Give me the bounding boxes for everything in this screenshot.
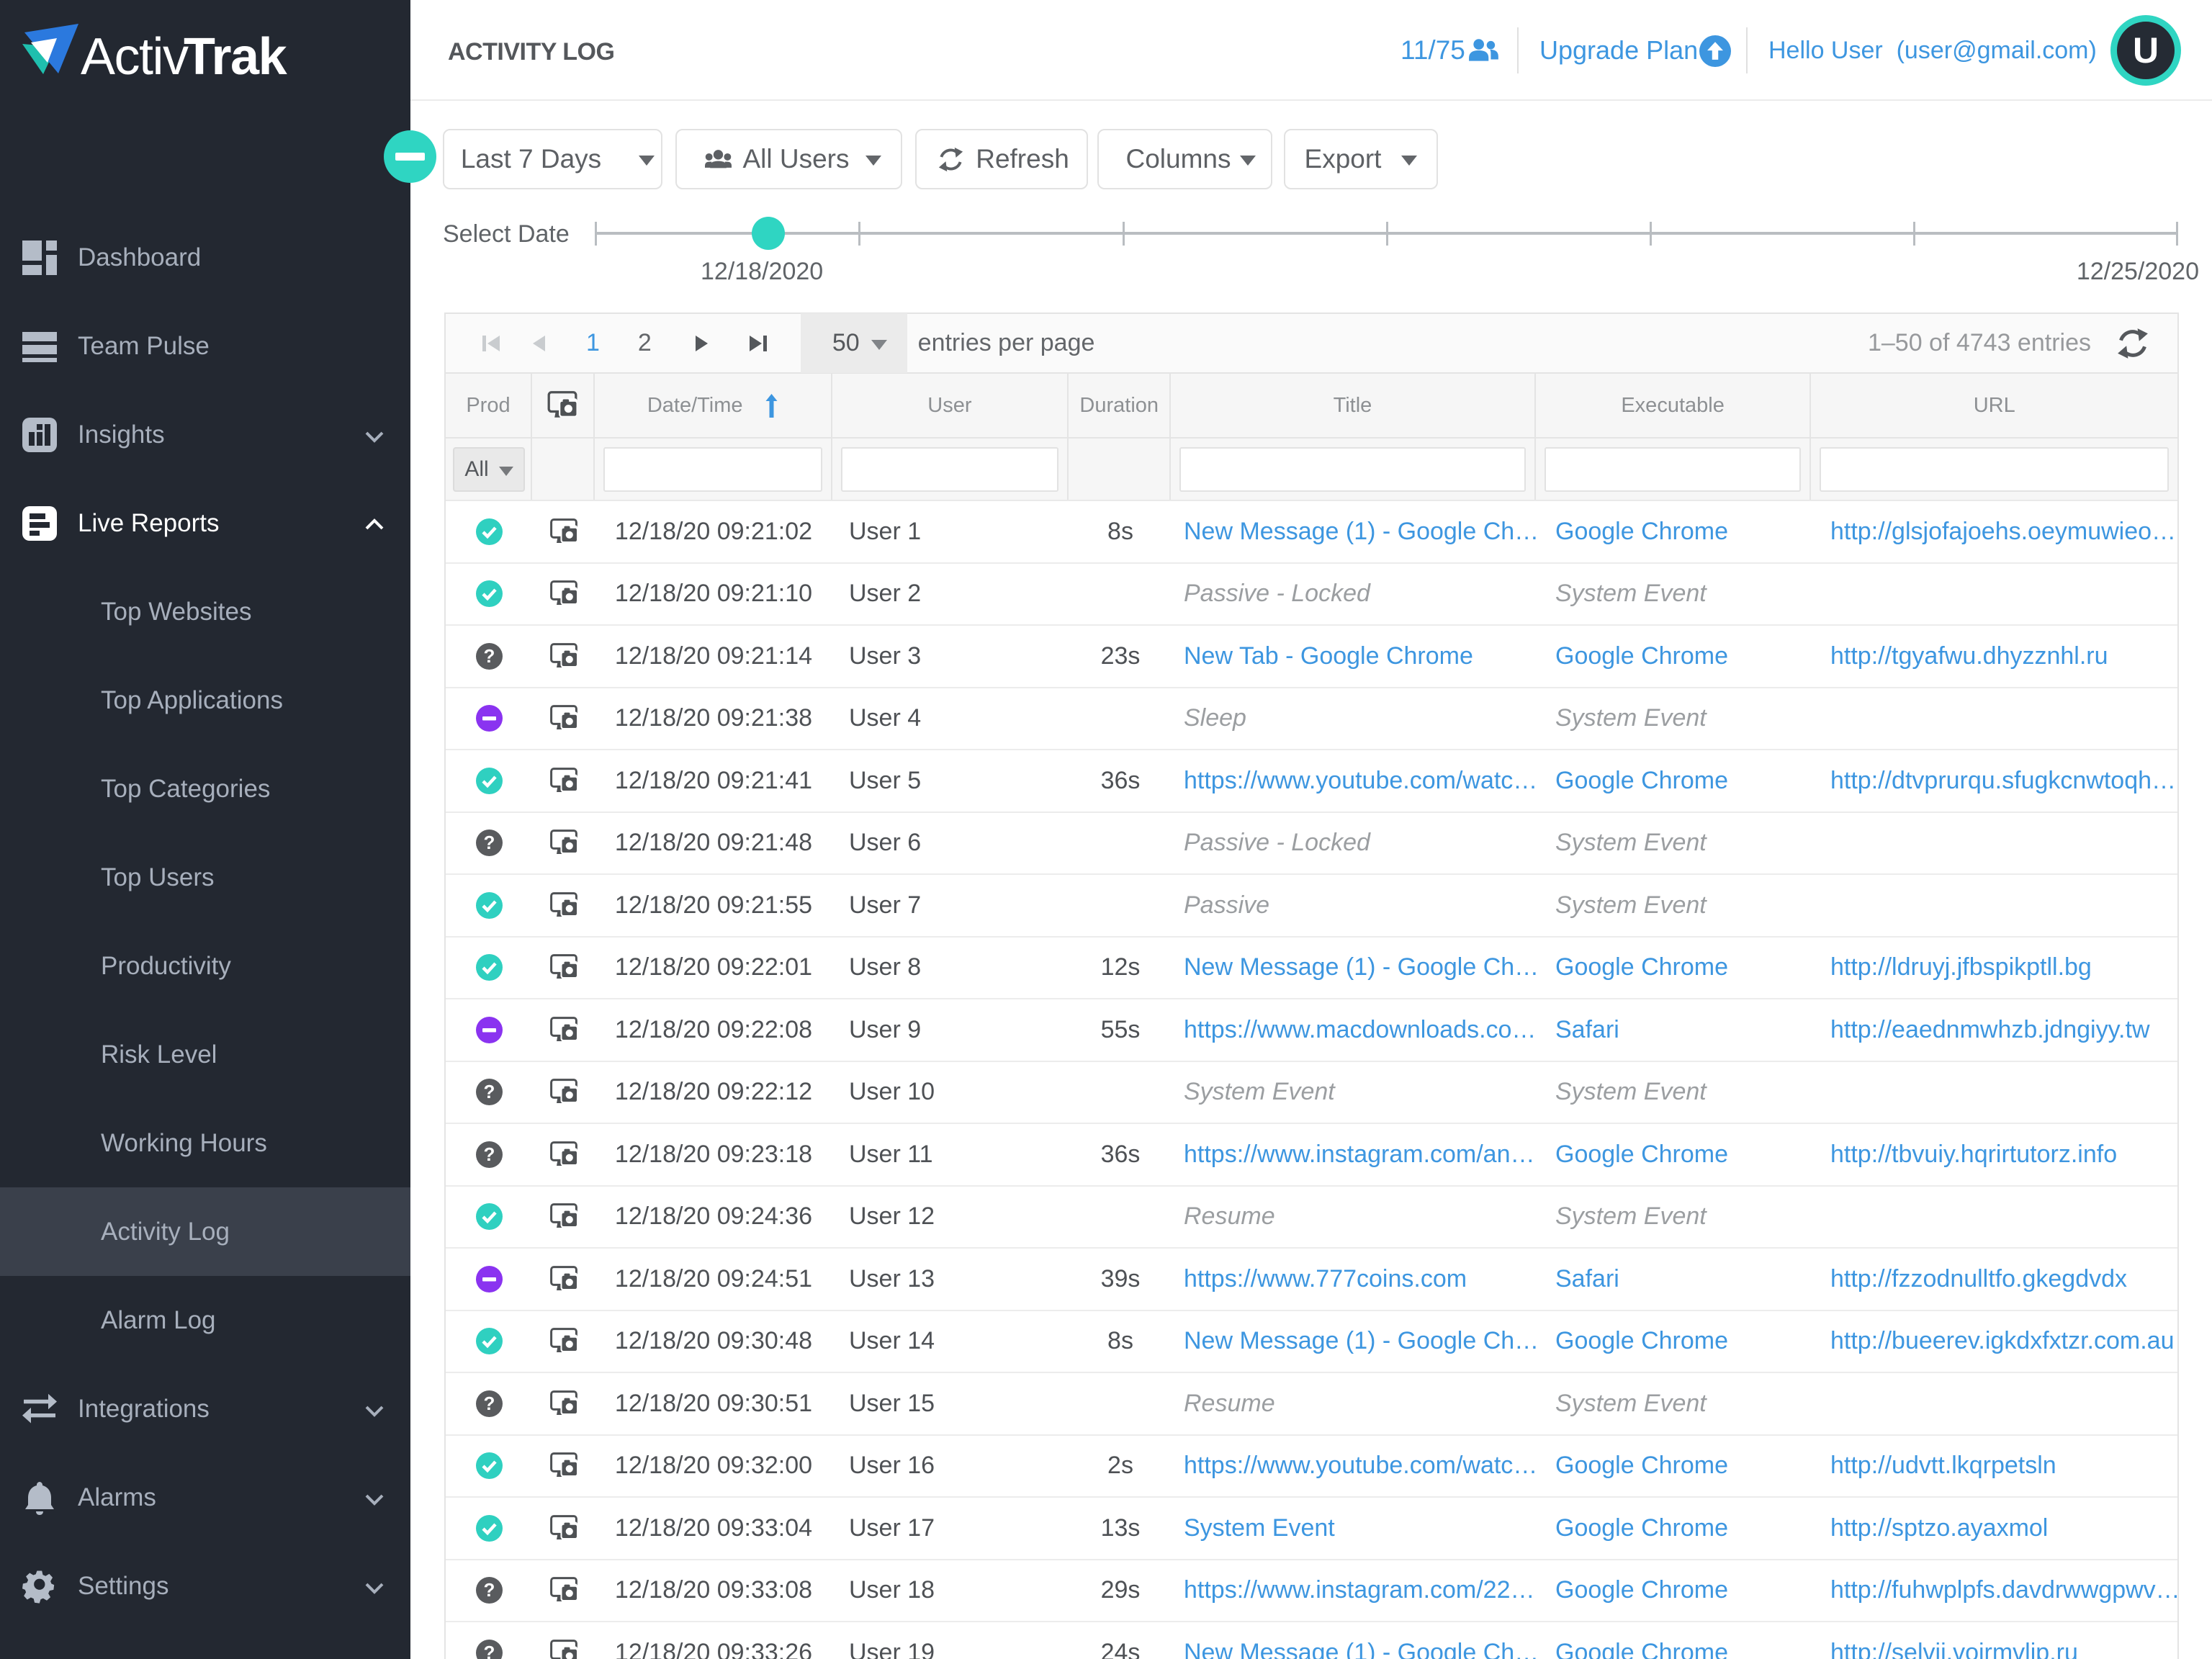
svg-text:?: ? <box>483 832 495 853</box>
svg-text:?: ? <box>483 1393 495 1414</box>
svg-text:?: ? <box>483 1143 495 1165</box>
svg-text:?: ? <box>483 1081 495 1102</box>
svg-text:Activ: Activ <box>81 28 189 86</box>
svg-text:Trak: Trak <box>184 28 288 86</box>
svg-text:?: ? <box>483 645 495 667</box>
svg-text:?: ? <box>483 1579 495 1601</box>
svg-text:?: ? <box>483 1642 495 1659</box>
